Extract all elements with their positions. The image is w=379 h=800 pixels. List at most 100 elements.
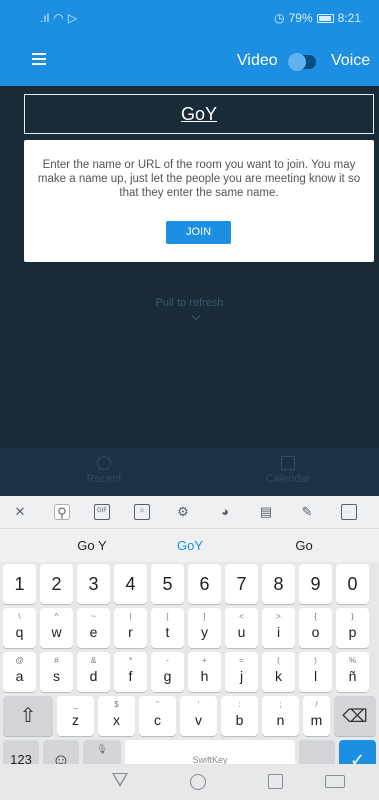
key-b-label: b [235,712,244,728]
key-o-alt: { [314,612,317,621]
key-n-label: n [276,712,285,728]
key-p[interactable]: } p [336,608,369,648]
shift-key[interactable]: ⇧ [3,696,53,736]
calendar-icon[interactable] [341,504,357,520]
key-i-alt: > [276,612,281,621]
key-z-alt: _ [73,700,78,709]
key-t-alt: [ [166,612,169,621]
key-2[interactable]: 2 [40,564,73,604]
key-j-alt: = [239,656,244,665]
key-b[interactable]: :b [221,696,258,736]
key-c[interactable]: " c [139,696,176,736]
search-icon[interactable]: ⚲ [54,504,70,520]
signal-icon: .ıl [40,11,50,25]
key-1[interactable]: 1 [3,564,36,604]
key-d[interactable]: & d [77,652,110,692]
toggle-knob [288,53,306,71]
key-o[interactable]: {o [299,608,332,648]
settings-icon[interactable]: ⚙ [175,504,191,520]
key-0[interactable]: 0 [336,564,369,604]
join-button[interactable]: JOIN [166,221,231,244]
key-u-label: u [237,624,246,640]
key-t[interactable]: [t [151,608,184,648]
key-c-label: c [154,712,161,728]
key-m-label: m [310,712,323,728]
key-y-label: y [201,624,208,640]
key-u[interactable]: < u [225,608,258,648]
key-f[interactable]: * f [114,652,147,692]
key-l-label: l [313,668,318,684]
join-hint-card: Enter the name or URL of the room you wa… [24,140,374,262]
voice-label: Voice [331,52,371,69]
keyboard-icon[interactable] [325,775,345,788]
nav-calendar-label: Calendar [265,473,311,485]
key-r[interactable]: | r [114,608,147,648]
suggestion-center[interactable]: GoY [140,538,240,553]
key-n[interactable]: ; n [262,696,299,736]
home-icon[interactable] [190,774,206,790]
key-s[interactable]: # s [40,652,73,692]
key-5[interactable]: 5 [151,564,184,604]
key-d-alt: & [90,656,97,665]
key-n-tilde-label: ñ [348,668,357,684]
key-8[interactable]: 8 [262,564,295,604]
key-s-alt: # [54,656,59,665]
key-q[interactable]: \ q [3,608,36,648]
key-q-alt: \ [18,612,21,621]
key-m[interactable]: / m [303,696,330,736]
key-v[interactable]: ' v [180,696,217,736]
key-a-alt: @ [15,656,24,665]
menu-icon[interactable] [32,53,46,67]
key-i[interactable]: > i [262,608,295,648]
key-a[interactable]: @ a [3,652,36,692]
key-q-label: q [15,624,24,640]
key-k[interactable]: (k [262,652,295,692]
backspace-key[interactable]: ⌫ [334,696,376,736]
alarm-icon: ◷ [274,11,285,25]
video-label: Video [237,52,278,69]
gif-icon[interactable]: GIF [94,504,110,520]
key-n-tilde[interactable]: % ñ [336,652,369,692]
room-name-input[interactable]: GoY [24,94,374,134]
key-w[interactable]: ^ w [40,608,73,648]
key-j-label: j [239,668,244,684]
key-l[interactable]: ) l [299,652,332,692]
key-9[interactable]: 9 [299,564,332,604]
status-bar: .ıl ◠ ▷ ◷ 79% 8:21 [0,0,379,36]
theme-icon[interactable]: ◕ [217,504,233,520]
suggestion-right[interactable]: Go [254,538,354,553]
recent-apps-icon[interactable] [268,774,283,789]
key-d-label: d [89,668,98,684]
key-h[interactable]: + h [188,652,221,692]
key-x[interactable]: $ x [98,696,135,736]
clipboard-icon[interactable]: ▤ [258,504,274,520]
key-g[interactable]: -g [151,652,184,692]
battery-icon [316,13,334,23]
key-n-tilde-alt: % [348,656,357,665]
sticker-icon[interactable]: ☺ [134,504,150,520]
nav-calendar[interactable]: Calendar [248,456,328,485]
close-icon[interactable]: ✕ [12,504,28,520]
key-w-label: w [51,624,62,640]
video-voice-toggle[interactable] [288,53,316,71]
key-6[interactable]: 6 [188,564,221,604]
pin-icon[interactable]: ✎ [299,504,315,520]
key-g-label: g [163,668,172,684]
pull-to-refresh: Pull to refresh [155,297,224,309]
key-y[interactable]: ] y [188,608,221,648]
key-4[interactable]: 4 [114,564,147,604]
nav-recent[interactable]: Recent [64,456,144,485]
key-7[interactable]: 7 [225,564,258,604]
key-t-label: t [165,624,170,640]
key-z[interactable]: _ z [57,696,94,736]
cast-icon: ▷ [67,11,78,25]
key-e[interactable]: ~ e [77,608,110,648]
key-3[interactable]: 3 [77,564,110,604]
key-j[interactable]: = j [225,652,258,692]
suggestion-bar: Go Y GoY Go [0,529,379,562]
back-icon[interactable] [112,773,128,787]
key-o-label: o [311,624,320,640]
suggestion-left[interactable]: Go Y [42,538,142,553]
key-g-alt: - [166,656,169,665]
key-p-label: p [348,624,357,640]
